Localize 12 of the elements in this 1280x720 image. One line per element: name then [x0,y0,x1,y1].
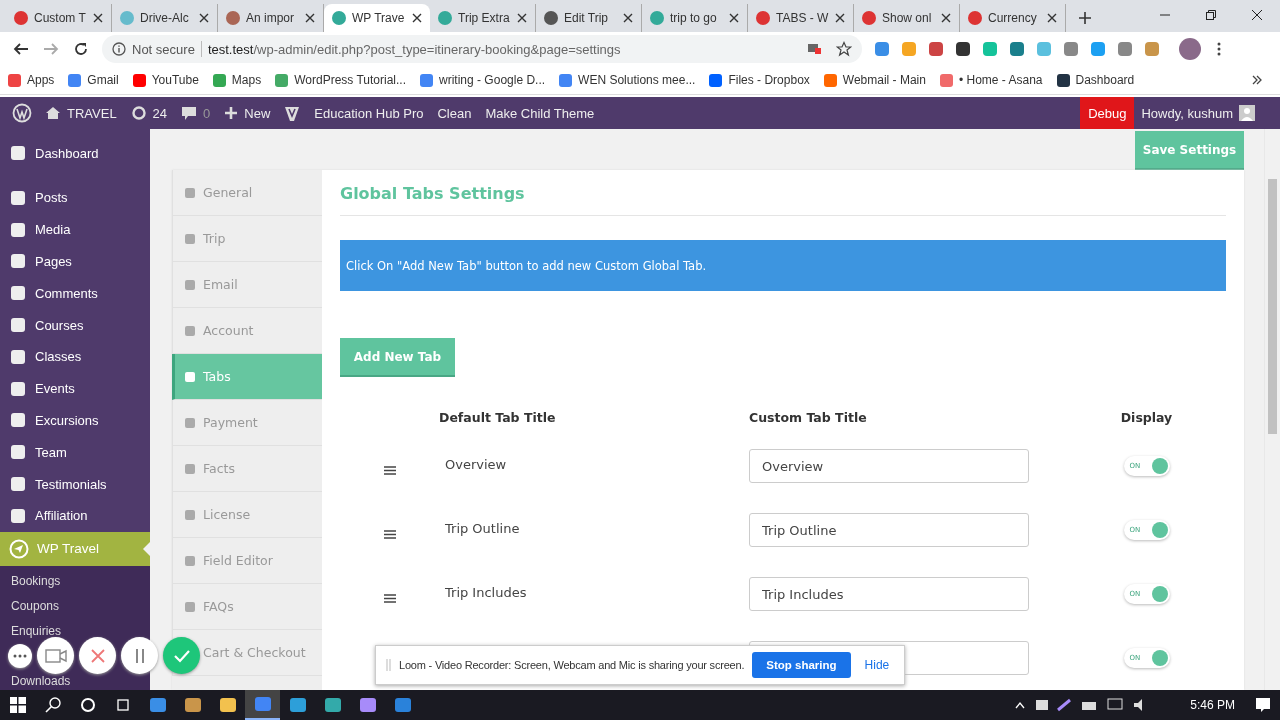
column-header: Custom Tab Title [749,409,868,425]
column-header: Display [1119,409,1174,425]
default-tab-title: Trip Outline [445,520,521,536]
security-label: Not secure [132,41,195,57]
section-heading: Global Tabs Settings [340,184,1226,216]
sharing-message: Loom - Video Recorder: Screen, Webcam and Mic is sharing your screen. [399,659,745,671]
default-tab-title: Overview [445,456,508,472]
clock-time: 5:46 PM [1189,698,1236,712]
column-header: Default Tab Title [439,409,557,425]
info-notice: Click On "Add New Tab" button to add new Custom Global Tab. [340,240,1226,291]
default-tab-title: Trip Includes [445,584,528,600]
url-text: test.test/wp-admin/edit.php?post_type=itinerary-booking&page=settings [207,41,621,57]
